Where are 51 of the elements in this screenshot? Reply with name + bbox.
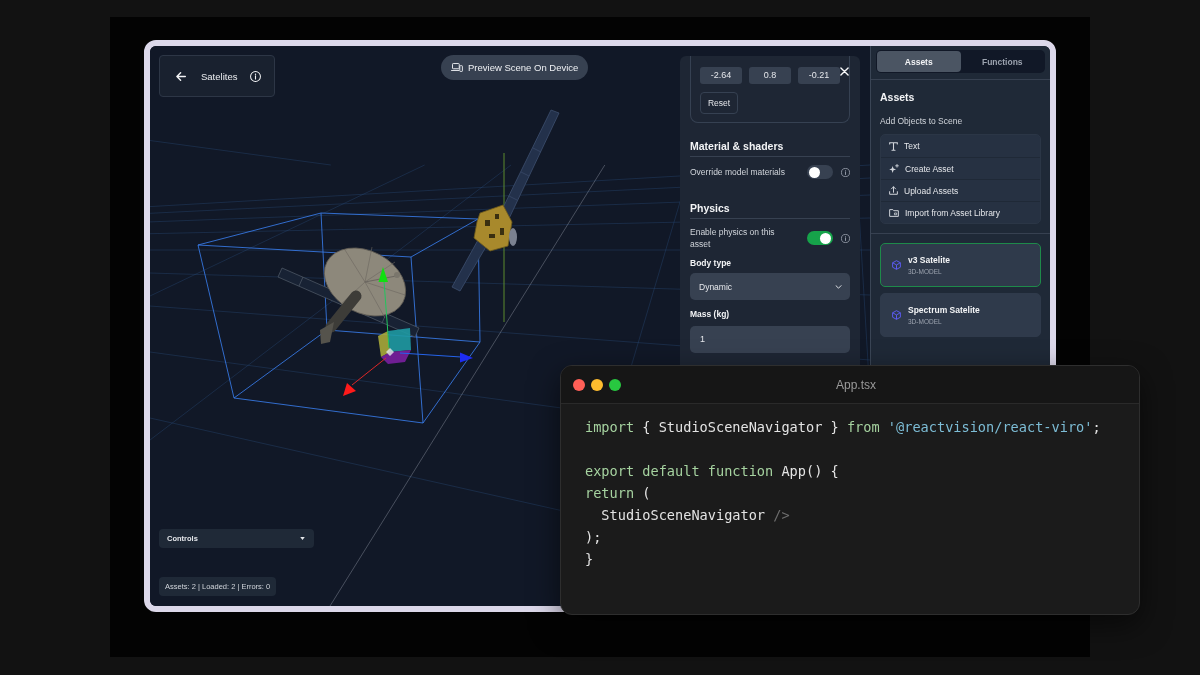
toggle-switch[interactable] (807, 165, 833, 179)
close-button[interactable] (839, 66, 849, 76)
action-item[interactable]: Text (881, 135, 1040, 157)
close-icon (839, 66, 849, 76)
code-line: StudioSceneNavigator /> (600, 506, 790, 525)
window-zoom-button[interactable] (609, 378, 621, 391)
field-label: Mass (kg) (690, 308, 731, 320)
action-item[interactable]: Upload Assets (881, 179, 1040, 201)
input-field[interactable]: 1 (690, 326, 850, 353)
asset-name: v3 Satelite (908, 254, 951, 266)
toggle-switch[interactable] (807, 231, 833, 245)
axis-arrow[interactable] (343, 357, 387, 396)
upload-icon (889, 186, 898, 195)
tab[interactable]: Functions (960, 51, 1044, 72)
toggle-label: Override model materials (690, 166, 785, 178)
reset-button[interactable]: Reset (700, 92, 738, 114)
code-line: export default function App() { (585, 462, 839, 481)
code-line: ); (585, 528, 602, 547)
text-icon (889, 141, 898, 151)
devices-icon (451, 63, 463, 72)
tab[interactable]: Assets (877, 51, 961, 72)
code-line: import { StudioSceneNavigator } from '@reactvision/react-viro'; (585, 418, 1101, 437)
cube-icon (892, 260, 901, 270)
field-label: Body type (690, 257, 733, 269)
back-arrow-icon[interactable] (176, 71, 186, 81)
folder-icon (889, 208, 899, 217)
action-item[interactable]: Import from Asset Library (881, 201, 1040, 223)
gizmo-cube (378, 328, 411, 364)
scene-title: Satelites (201, 70, 238, 82)
section-title: Physics (690, 201, 731, 215)
window-title: App.tsx (836, 377, 876, 392)
window-minimize-button[interactable] (591, 378, 603, 391)
panel-subheading: Add Objects to Scene (880, 115, 964, 127)
sparkle-icon (889, 163, 899, 174)
code-line: return ( (585, 484, 651, 503)
code-line: } (585, 550, 594, 569)
window-close-button[interactable] (573, 378, 585, 391)
asset-name: Spectrum Satelite (908, 304, 980, 316)
number-field[interactable]: -0.21 (798, 67, 840, 84)
chevron-down-icon (835, 284, 842, 289)
cube-icon (892, 310, 901, 320)
toggle-label: Enable physics on this asset (690, 226, 776, 250)
axis-arrow[interactable] (378, 267, 390, 349)
action-item[interactable]: Create Asset (881, 157, 1040, 179)
number-field[interactable]: -2.64 (700, 67, 742, 84)
preview-button[interactable]: Preview Scene On Device (441, 55, 589, 80)
select-field[interactable]: Dynamic (690, 273, 850, 300)
section-title: Material & shaders (690, 139, 785, 153)
caret-icon (300, 537, 305, 540)
number-field[interactable]: 0.8 (749, 67, 791, 84)
panel-heading: Assets (880, 90, 916, 104)
